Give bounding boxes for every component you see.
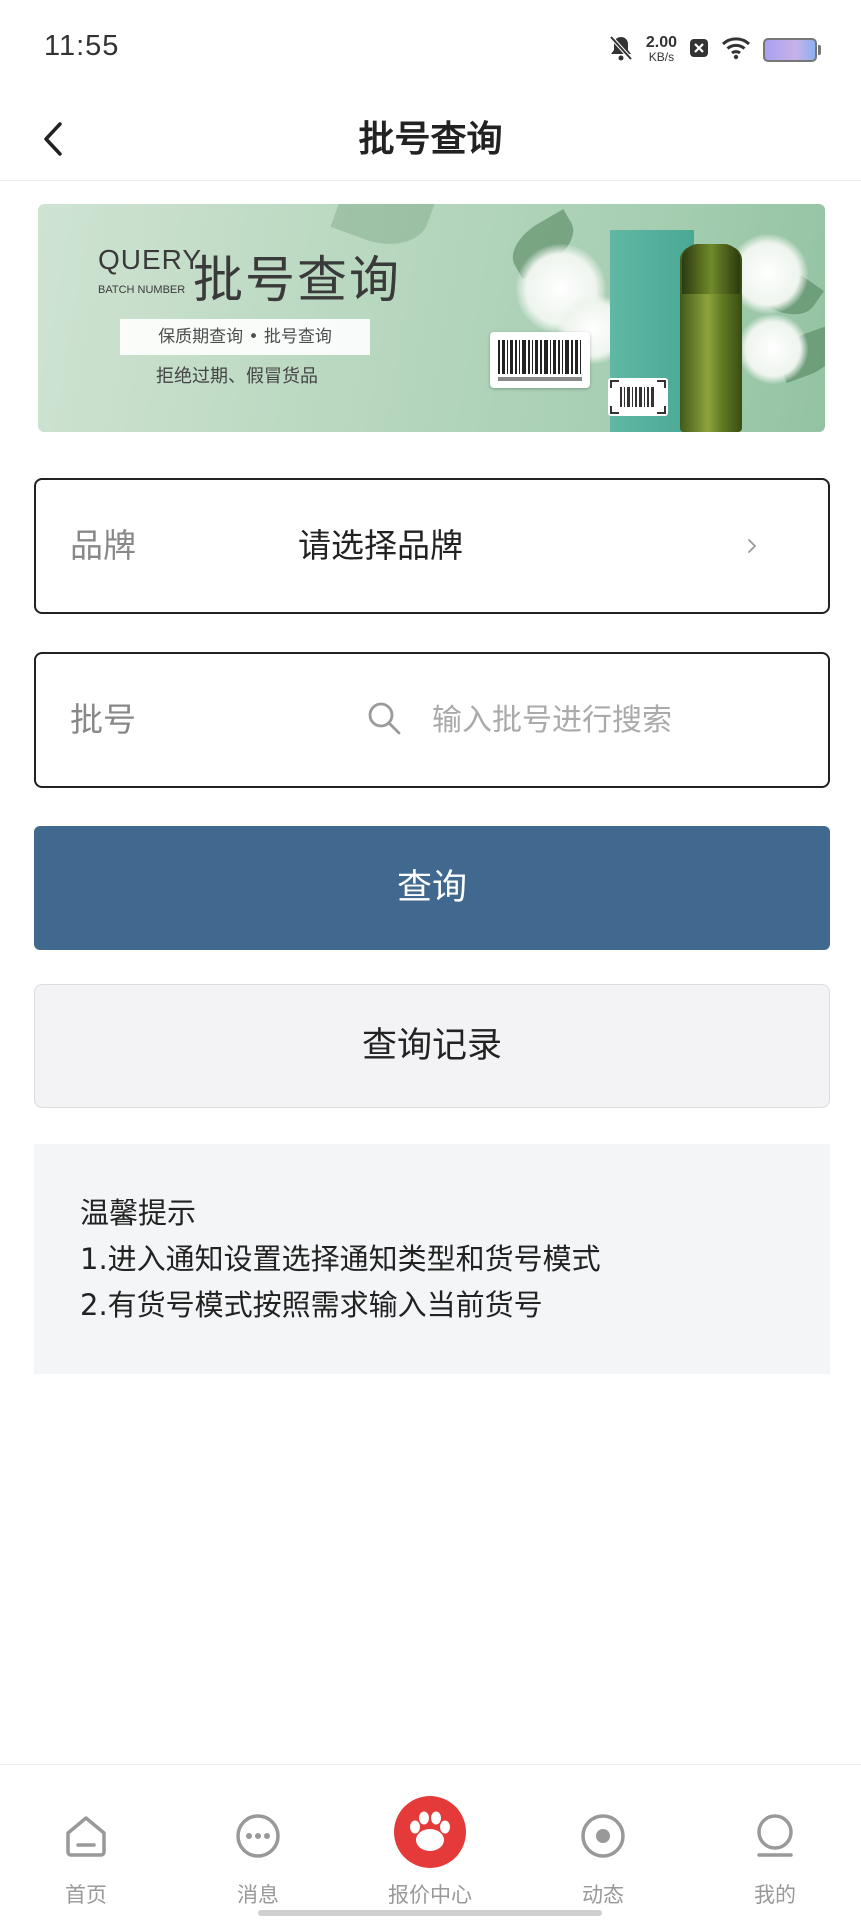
batch-field: 批号 bbox=[34, 652, 830, 788]
nav-label-quote-center: 报价中心 bbox=[388, 1883, 472, 1907]
flower-decoration bbox=[738, 314, 808, 384]
nav-label-profile: 我的 bbox=[754, 1883, 796, 1907]
nav-item-home[interactable]: 首页 bbox=[0, 1765, 172, 1907]
page-title: 批号查询 bbox=[358, 119, 503, 160]
brand-value: 请选择品牌 bbox=[298, 526, 463, 565]
batch-search-input[interactable] bbox=[432, 684, 792, 756]
batch-label: 批号 bbox=[70, 700, 136, 739]
product-cap bbox=[682, 244, 740, 294]
tips-line-2: 2.有货号模式按照需求输入当前货号 bbox=[80, 1288, 543, 1322]
profile-icon bbox=[757, 1814, 793, 1857]
promo-banner: QUERY BATCH NUMBER 批号查询 保质期查询 • 批号查询 拒绝过… bbox=[38, 204, 825, 432]
home-indicator bbox=[258, 1910, 602, 1916]
chevron-right-icon bbox=[748, 539, 757, 553]
nav-item-activity[interactable]: 动态 bbox=[517, 1765, 689, 1907]
banner-slogan: 拒绝过期、假冒货品 bbox=[156, 366, 318, 387]
net-speed: 2.00 KB/s bbox=[645, 34, 677, 65]
tips-line-1: 1.进入通知设置选择通知类型和货号模式 bbox=[80, 1242, 601, 1276]
nav-header: 批号查询 bbox=[0, 100, 861, 181]
nav-item-quote-center[interactable]: 报价中心 bbox=[344, 1765, 516, 1907]
net-speed-unit: KB/s bbox=[648, 50, 675, 64]
home-icon bbox=[66, 1816, 106, 1857]
nav-label-activity: 动态 bbox=[582, 1883, 624, 1907]
tips-panel: 温馨提示 1.进入通知设置选择通知类型和货号模式 2.有货号模式按照需求输入当前… bbox=[34, 1144, 830, 1374]
battery-icon bbox=[763, 38, 821, 62]
search-icon bbox=[368, 702, 401, 735]
nav-label-home: 首页 bbox=[65, 1883, 107, 1907]
banner-batch-en: BATCH NUMBER bbox=[98, 284, 186, 296]
banner-tag: 保质期查询 • 批号查询 bbox=[120, 319, 370, 355]
nav-item-profile[interactable]: 我的 bbox=[689, 1765, 861, 1907]
status-bar: 11:55 2.00 KB/s bbox=[0, 0, 861, 100]
status-time: 11:55 bbox=[44, 30, 120, 62]
barcode-scan-icon bbox=[608, 378, 668, 416]
banner-title: 批号查询 bbox=[193, 251, 401, 309]
message-icon bbox=[236, 1814, 280, 1858]
close-box-icon bbox=[689, 37, 709, 63]
status-icons: 2.00 KB/s bbox=[608, 30, 821, 70]
activity-icon bbox=[581, 1814, 625, 1858]
bottom-nav: 首页 消息 报价中心 动态 我的 bbox=[0, 1764, 861, 1921]
wifi-icon bbox=[721, 36, 751, 64]
paw-icon bbox=[394, 1796, 466, 1868]
query-history-button[interactable]: 查询记录 bbox=[34, 984, 830, 1108]
nav-item-messages[interactable]: 消息 bbox=[172, 1765, 344, 1907]
banner-query-en: QUERY bbox=[98, 244, 203, 275]
bell-off-icon bbox=[608, 34, 634, 66]
brand-label: 品牌 bbox=[70, 526, 136, 565]
brand-selector[interactable]: 品牌 请选择品牌 bbox=[34, 478, 830, 614]
barcode-icon bbox=[490, 332, 590, 388]
tips-title: 温馨提示 bbox=[80, 1196, 197, 1230]
nav-label-messages: 消息 bbox=[237, 1883, 279, 1907]
query-button[interactable]: 查询 bbox=[34, 826, 830, 950]
net-speed-value: 2.00 bbox=[645, 34, 677, 51]
